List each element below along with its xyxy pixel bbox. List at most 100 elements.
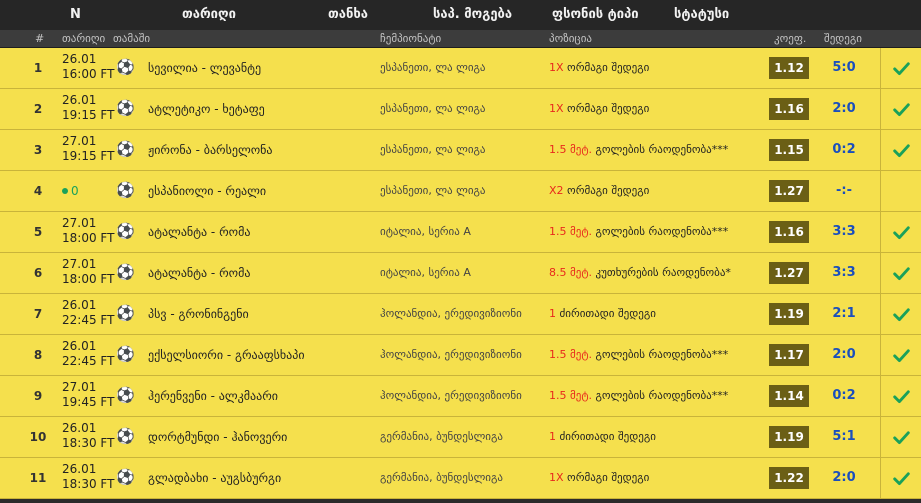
row-match[interactable]: ესპანიოლი - რეალი bbox=[148, 184, 266, 198]
row-league: ესპანეთი, ლა ლიგა bbox=[380, 143, 486, 156]
table-row[interactable]: 3 27.01 19:15 FT ⚽ ჟირონა - ბარსელონა ესპ… bbox=[0, 130, 921, 171]
row-number: 10 bbox=[29, 430, 47, 444]
row-league: ჰოლანდია, ერედივიზიონი bbox=[380, 307, 522, 320]
row-league: გერმანია, ბუნდესლიგა bbox=[380, 430, 503, 443]
row-datetime: 26.01 22:45 FT bbox=[62, 339, 114, 369]
row-datetime: 27.01 18:00 FT bbox=[62, 216, 114, 246]
check-icon bbox=[893, 348, 910, 362]
odd-badge: 1.27 bbox=[769, 180, 809, 202]
check-icon bbox=[893, 307, 910, 321]
table-row[interactable]: 11 26.01 18:30 FT ⚽ გლადბახი - აუგსბურგი … bbox=[0, 458, 921, 499]
row-match[interactable]: დორტმუნდი - ჰანოვერი bbox=[148, 430, 287, 444]
prediction-value: 1 bbox=[549, 307, 556, 320]
row-status-cell bbox=[880, 294, 921, 334]
row-time: 18:30 FT bbox=[62, 436, 115, 450]
table-row[interactable]: 1 26.01 16:00 FT ⚽ სევილია - ლევანტე ესპა… bbox=[0, 48, 921, 89]
table-row[interactable]: 9 27.01 19:45 FT ⚽ ჰერენვენი - ალკმაარი ჰ… bbox=[0, 376, 921, 417]
soccer-ball-icon: ⚽ bbox=[116, 222, 135, 240]
row-match[interactable]: ატლეტიკო - ხეტაფე bbox=[148, 102, 265, 116]
row-datetime: 27.01 18:00 FT bbox=[62, 257, 114, 287]
row-match[interactable]: ატალანტა - რომა bbox=[148, 225, 250, 239]
row-prediction: 8.5 მეტ. კუთხურების რაოდენობა* bbox=[549, 266, 731, 279]
odd-badge: 1.22 bbox=[769, 467, 809, 489]
row-match[interactable]: სევილია - ლევანტე bbox=[148, 61, 261, 75]
row-date: 27.01 bbox=[62, 257, 97, 271]
prediction-type: გოლების რაოდენობა*** bbox=[595, 348, 729, 361]
soccer-ball-icon: ⚽ bbox=[116, 99, 135, 117]
row-date: 26.01 bbox=[62, 52, 97, 66]
row-number: 2 bbox=[33, 102, 43, 116]
odd-badge: 1.19 bbox=[769, 303, 809, 325]
prediction-type: გოლების რაოდენობა*** bbox=[595, 225, 729, 238]
row-number: 5 bbox=[33, 225, 43, 239]
nav-n[interactable]: N bbox=[70, 7, 81, 22]
prediction-value: 8.5 მეტ. bbox=[549, 266, 593, 279]
row-match[interactable]: ატალანტა - რომა bbox=[148, 266, 250, 280]
row-date: 26.01 bbox=[62, 339, 97, 353]
row-league: ჰოლანდია, ერედივიზიონი bbox=[380, 348, 522, 361]
row-match[interactable]: ექსელსიორი - გრააფსხაპი bbox=[148, 348, 305, 362]
row-prediction: 1X ორმაგი შედეგი bbox=[549, 471, 649, 484]
prediction-value: 1X bbox=[549, 471, 564, 484]
live-dot-icon bbox=[62, 188, 68, 194]
nav-status[interactable]: სტატუსი bbox=[674, 7, 729, 22]
row-time: 18:00 FT bbox=[62, 231, 115, 245]
table-row[interactable]: 2 26.01 19:15 FT ⚽ ატლეტიკო - ხეტაფე ესპა… bbox=[0, 89, 921, 130]
table-row[interactable]: 4 0 ⚽ ესპანიოლი - რეალი ესპანეთი, ლა ლიგ… bbox=[0, 171, 921, 212]
col-odd: კოეფ. bbox=[774, 32, 807, 45]
row-datetime: 26.01 18:30 FT bbox=[62, 421, 114, 451]
row-date: 27.01 bbox=[62, 134, 97, 148]
row-number: 7 bbox=[33, 307, 43, 321]
soccer-ball-icon: ⚽ bbox=[116, 345, 135, 363]
row-prediction: 1.5 მეტ. გოლების რაოდენობა*** bbox=[549, 348, 728, 361]
row-date: 27.01 bbox=[62, 380, 97, 394]
row-number: 3 bbox=[33, 143, 43, 157]
row-match[interactable]: პსვ - გრონინგენი bbox=[148, 307, 249, 321]
row-prediction: 1 ძირითადი შედეგი bbox=[549, 307, 656, 320]
row-prediction: X2 ორმაგი შედეგი bbox=[549, 184, 649, 197]
table-row[interactable]: 8 26.01 22:45 FT ⚽ ექსელსიორი - გრააფსხაპ… bbox=[0, 335, 921, 376]
nav-amount[interactable]: თანხა bbox=[328, 7, 368, 22]
nav-total-win[interactable]: საპ. მოგება bbox=[433, 7, 512, 22]
nav-date[interactable]: თარიღი bbox=[182, 7, 236, 22]
row-match[interactable]: ჟირონა - ბარსელონა bbox=[148, 143, 273, 157]
prediction-type: ორმაგი შედეგი bbox=[567, 471, 650, 484]
row-match[interactable]: გლადბახი - აუგსბურგი bbox=[148, 471, 281, 485]
row-status-cell bbox=[880, 212, 921, 252]
row-result: 5:0 bbox=[832, 60, 856, 75]
row-datetime: 26.01 18:30 FT bbox=[62, 462, 114, 492]
row-status-cell bbox=[880, 417, 921, 457]
odd-badge: 1.12 bbox=[769, 57, 809, 79]
row-result: 5:1 bbox=[832, 429, 856, 444]
col-match: თამაში bbox=[113, 32, 151, 45]
row-prediction: 1.5 მეტ. გოლების რაოდენობა*** bbox=[549, 225, 728, 238]
row-datetime: 26.01 16:00 FT bbox=[62, 52, 114, 82]
col-date: თარიღი bbox=[62, 32, 106, 45]
row-datetime: 27.01 19:15 FT bbox=[62, 134, 114, 164]
table-row[interactable]: 10 26.01 18:30 FT ⚽ დორტმუნდი - ჰანოვერი … bbox=[0, 417, 921, 458]
row-prediction: 1.5 მეტ. გოლების რაოდენობა*** bbox=[549, 143, 728, 156]
prediction-type: გოლების რაოდენობა*** bbox=[595, 143, 729, 156]
soccer-ball-icon: ⚽ bbox=[116, 263, 135, 281]
odd-badge: 1.27 bbox=[769, 262, 809, 284]
check-icon bbox=[893, 225, 910, 239]
row-status-cell bbox=[880, 130, 921, 170]
row-number: 8 bbox=[33, 348, 43, 362]
row-time: 19:15 FT bbox=[62, 149, 115, 163]
row-match[interactable]: ჰერენვენი - ალკმაარი bbox=[148, 389, 278, 403]
live-score: 0 bbox=[71, 184, 79, 198]
row-number: 4 bbox=[33, 184, 43, 198]
row-datetime: 26.01 22:45 FT bbox=[62, 298, 114, 328]
prediction-value: 1.5 მეტ. bbox=[549, 389, 593, 402]
table-row[interactable]: 7 26.01 22:45 FT ⚽ პსვ - გრონინგენი ჰოლან… bbox=[0, 294, 921, 335]
row-result: 0:2 bbox=[832, 388, 856, 403]
table-row[interactable]: 5 27.01 18:00 FT ⚽ ატალანტა - რომა იტალია… bbox=[0, 212, 921, 253]
check-icon bbox=[893, 430, 910, 444]
row-prediction: 1 ძირითადი შედეგი bbox=[549, 430, 656, 443]
nav-odds-type[interactable]: ფსონის ტიპი bbox=[552, 7, 639, 22]
row-date: 26.01 bbox=[62, 421, 97, 435]
row-time: 16:00 FT bbox=[62, 67, 115, 81]
table-row[interactable]: 6 27.01 18:00 FT ⚽ ატალანტა - რომა იტალია… bbox=[0, 253, 921, 294]
row-result: 0:2 bbox=[832, 142, 856, 157]
odd-badge: 1.16 bbox=[769, 98, 809, 120]
